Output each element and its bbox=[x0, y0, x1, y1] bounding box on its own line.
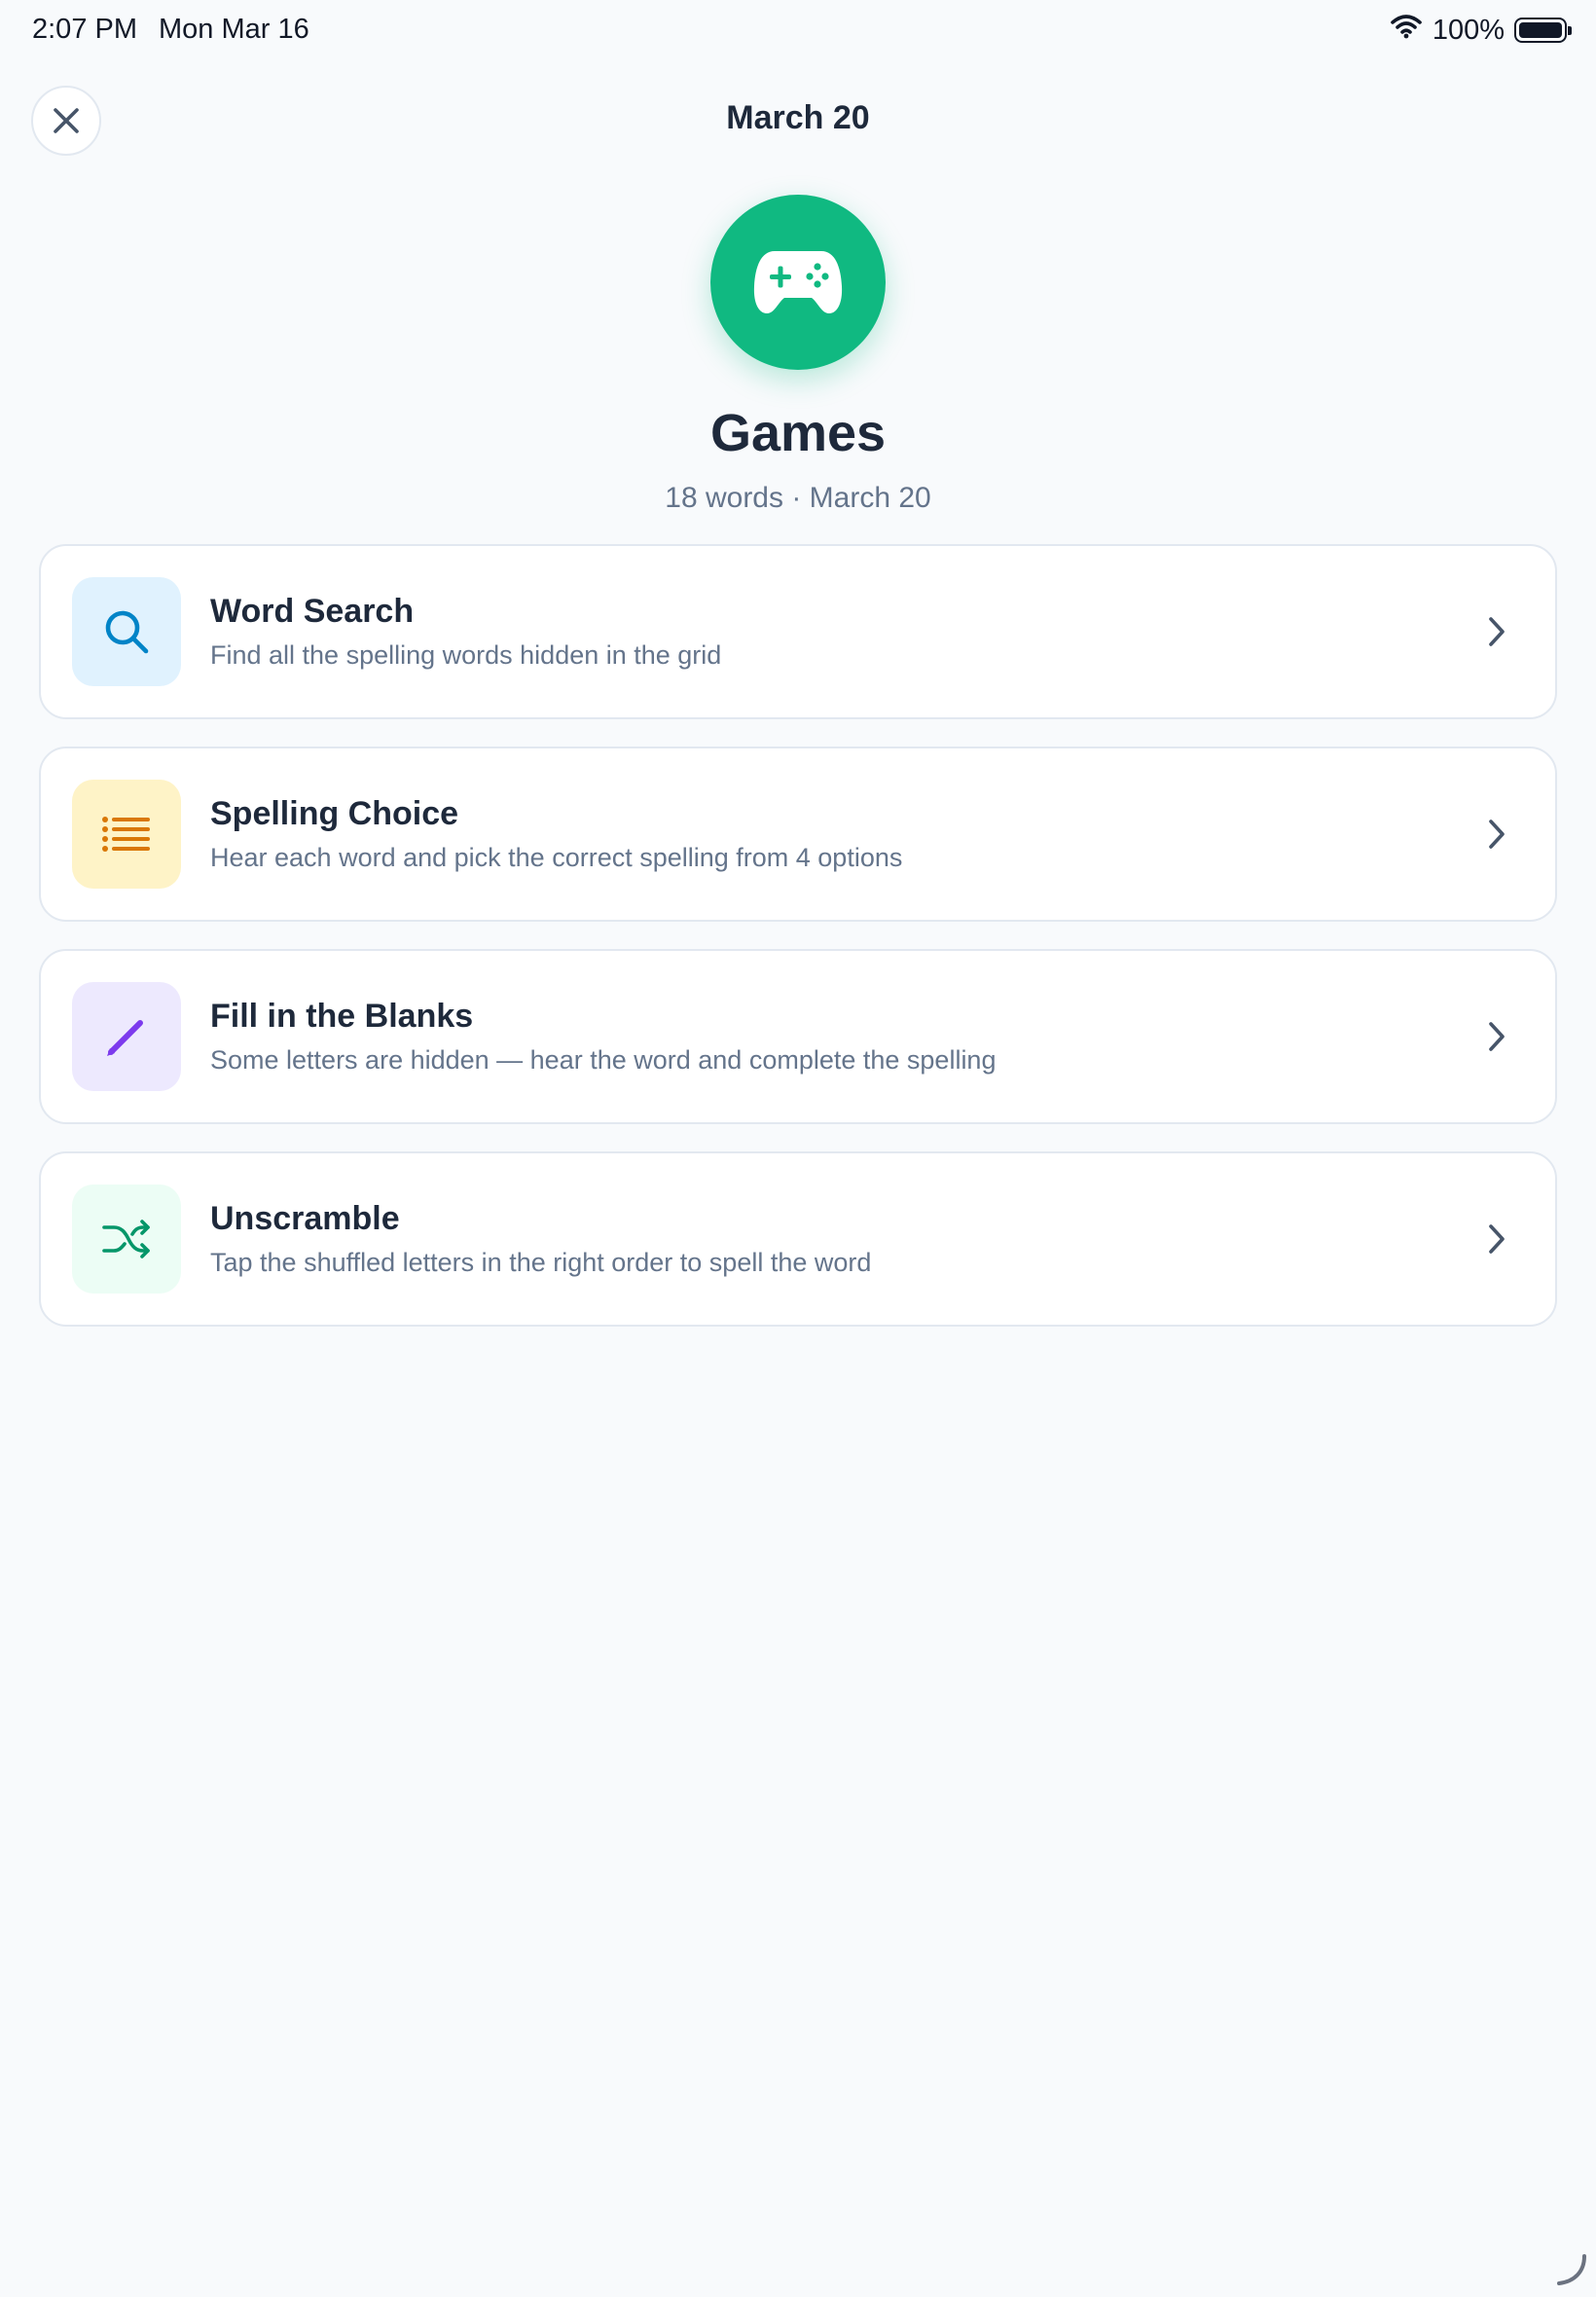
game-title: Spelling Choice bbox=[210, 795, 459, 832]
wifi-icon bbox=[1390, 14, 1423, 47]
game-text: Fill in the Blanks Some letters are hidd… bbox=[210, 998, 1477, 1076]
game-card-unscramble[interactable]: Unscramble Tap the shuffled letters in t… bbox=[39, 1151, 1557, 1327]
game-icon-tile bbox=[72, 780, 181, 889]
chevron-right-icon bbox=[1477, 1017, 1516, 1056]
game-description: Find all the spelling words hidden in th… bbox=[210, 640, 722, 670]
search-icon bbox=[105, 610, 149, 654]
gamepad-icon bbox=[753, 251, 843, 313]
game-icon-tile bbox=[72, 982, 181, 1091]
game-description: Hear each word and pick the correct spel… bbox=[210, 843, 903, 872]
shuffle-icon bbox=[102, 1220, 150, 1258]
battery-icon bbox=[1514, 18, 1572, 43]
status-right: 100% bbox=[1390, 14, 1572, 47]
section-title: Games bbox=[709, 404, 887, 462]
status-date: Mon Mar 16 bbox=[159, 14, 309, 45]
game-text: Unscramble Tap the shuffled letters in t… bbox=[210, 1200, 1477, 1278]
chevron-right-icon bbox=[1477, 1220, 1516, 1258]
status-left: 2:07 PM Mon Mar 16 bbox=[32, 14, 309, 46]
game-list: Word Search Find all the spelling words … bbox=[39, 544, 1557, 1354]
game-title: Fill in the Blanks bbox=[210, 998, 474, 1035]
battery-percentage: 100% bbox=[1432, 14, 1505, 46]
status-bar: 2:07 PM Mon Mar 16 100% bbox=[0, 0, 1596, 62]
game-description: Some letters are hidden — hear the word … bbox=[210, 1045, 997, 1075]
game-card-fill-in-the-blanks[interactable]: Fill in the Blanks Some letters are hidd… bbox=[39, 949, 1557, 1124]
game-icon-tile bbox=[72, 577, 181, 686]
game-card-spelling-choice[interactable]: Spelling Choice Hear each word and pick … bbox=[39, 747, 1557, 922]
game-card-word-search[interactable]: Word Search Find all the spelling words … bbox=[39, 544, 1557, 719]
chevron-right-icon bbox=[1477, 612, 1516, 651]
section-subtitle: 18 words · March 20 bbox=[665, 482, 931, 514]
status-time: 2:07 PM bbox=[32, 14, 137, 45]
game-description: Tap the shuffled letters in the right or… bbox=[210, 1248, 872, 1277]
games-screen: 2:07 PM Mon Mar 16 100% March 20 Games 1… bbox=[0, 0, 1596, 2297]
chevron-right-icon bbox=[1477, 815, 1516, 854]
loading-spinner-icon bbox=[1557, 2254, 1586, 2285]
page-title: March 20 bbox=[726, 99, 870, 136]
game-text: Word Search Find all the spelling words … bbox=[210, 593, 1477, 671]
hero-icon-badge bbox=[710, 195, 886, 370]
game-text: Spelling Choice Hear each word and pick … bbox=[210, 795, 1477, 873]
game-title: Unscramble bbox=[210, 1200, 400, 1237]
list-icon bbox=[102, 817, 150, 852]
game-icon-tile bbox=[72, 1185, 181, 1294]
pencil-icon bbox=[107, 1020, 143, 1056]
game-title: Word Search bbox=[210, 593, 415, 630]
